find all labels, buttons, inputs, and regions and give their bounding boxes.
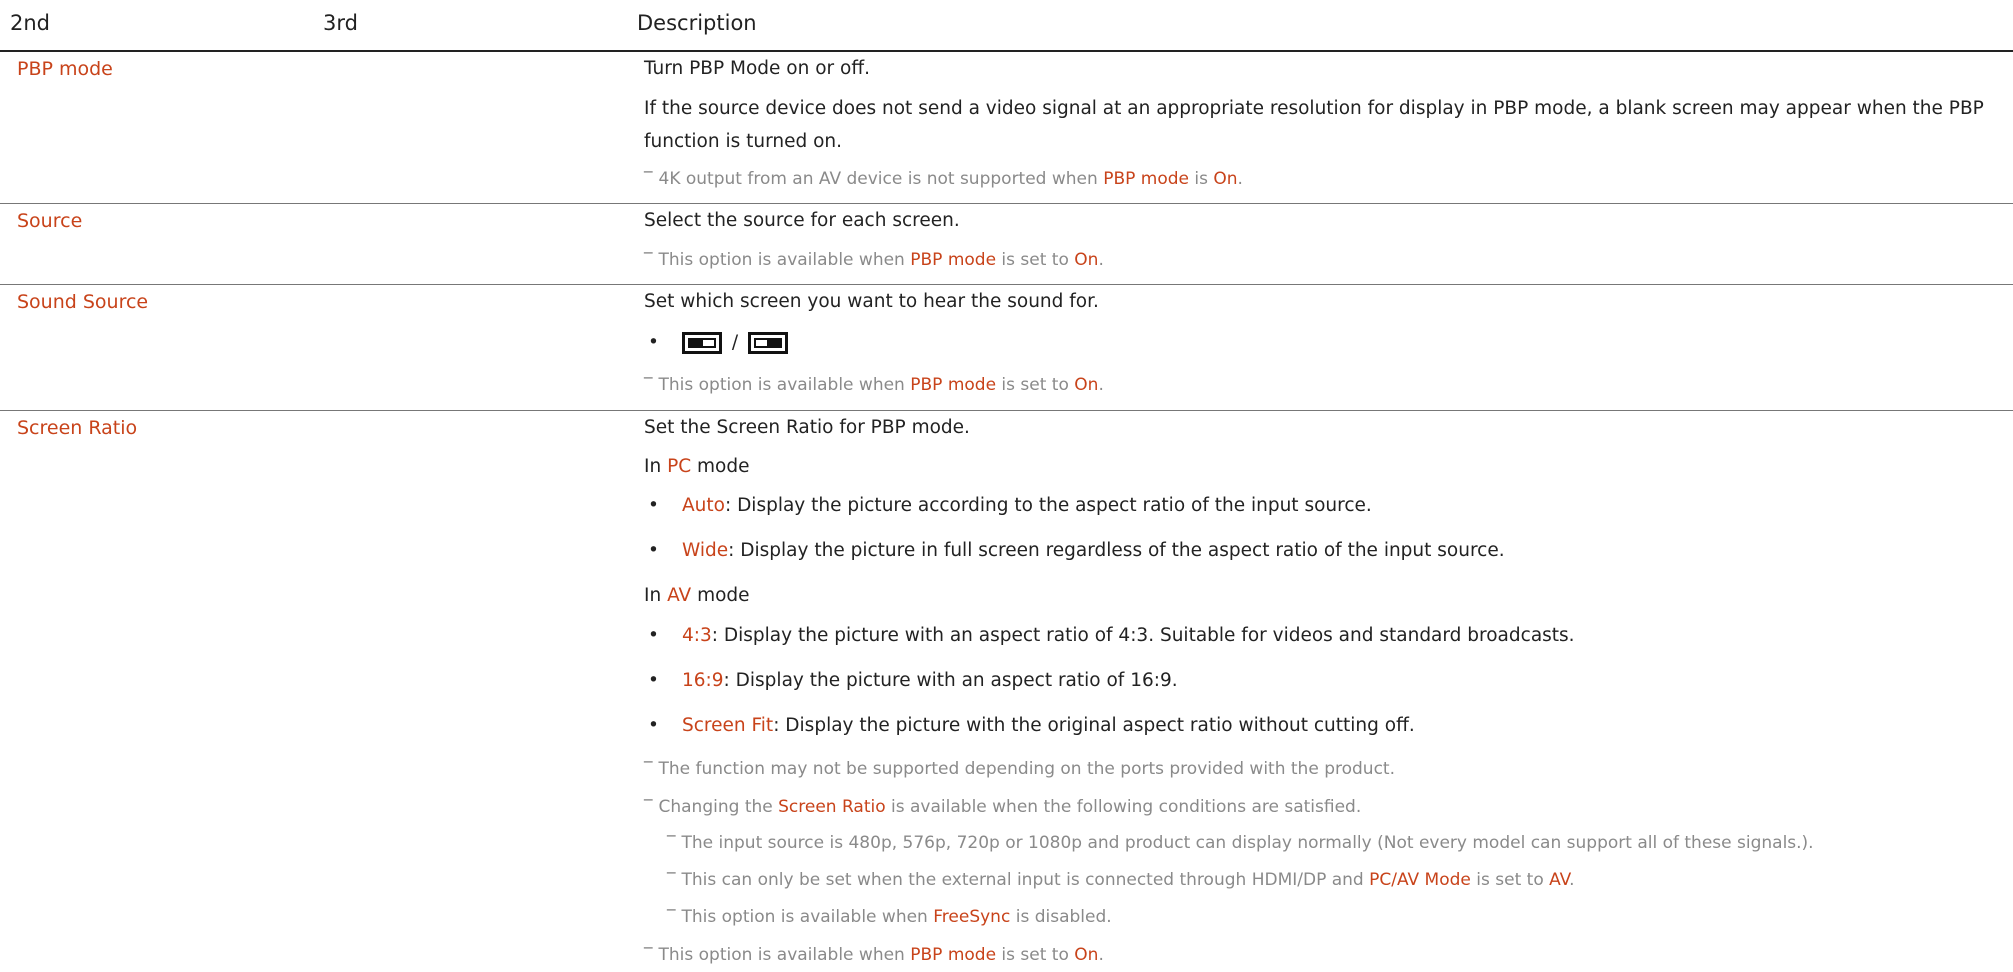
row-label-pbp-mode: PBP mode: [17, 58, 113, 80]
sound-note: This option is available when PBP mode i…: [644, 375, 1104, 395]
pbp-note: 4K output from an AV device is not suppo…: [644, 169, 1243, 189]
ratio-av-heading: In AV mode: [644, 585, 750, 606]
ratio-note-3: This option is available when PBP mode i…: [644, 945, 1104, 965]
ratio-subnote-2: This can only be set when the external i…: [667, 870, 1575, 890]
ratio-note-2: Changing the Screen Ratio is available w…: [644, 797, 1362, 817]
table-header: 2nd 3rd Description: [0, 0, 2013, 52]
ratio-pc-heading: In PC mode: [644, 456, 750, 477]
sound-desc-1: Set which screen you want to hear the so…: [644, 291, 1099, 312]
pbp-desc-2b: function is turned on.: [644, 131, 843, 152]
ratio-note-1: The function may not be supported depend…: [644, 759, 1395, 779]
pbp-desc-2a: If the source device does not send a vid…: [644, 98, 1984, 119]
col-header-2nd: 2nd: [10, 11, 51, 35]
col-header-description: Description: [637, 11, 757, 35]
ratio-subnote-3: This option is available when FreeSync i…: [667, 907, 1112, 927]
col-header-3rd: 3rd: [323, 11, 358, 35]
row-label-sound-source: Sound Source: [17, 291, 149, 313]
row-divider: [0, 410, 2013, 411]
row-divider: [0, 203, 2013, 204]
screen-left-icon: [682, 332, 722, 354]
source-note: This option is available when PBP mode i…: [644, 250, 1104, 270]
ratio-subnote-1: The input source is 480p, 576p, 720p or …: [667, 833, 1814, 853]
ratio-desc-1: Set the Screen Ratio for PBP mode.: [644, 417, 970, 438]
pbp-desc-1: Turn PBP Mode on or off.: [644, 58, 870, 79]
row-divider: [0, 284, 2013, 285]
row-label-source: Source: [17, 210, 83, 232]
source-desc-1: Select the source for each screen.: [644, 210, 960, 231]
screen-right-icon: [748, 332, 789, 354]
row-label-screen-ratio: Screen Ratio: [17, 417, 138, 439]
